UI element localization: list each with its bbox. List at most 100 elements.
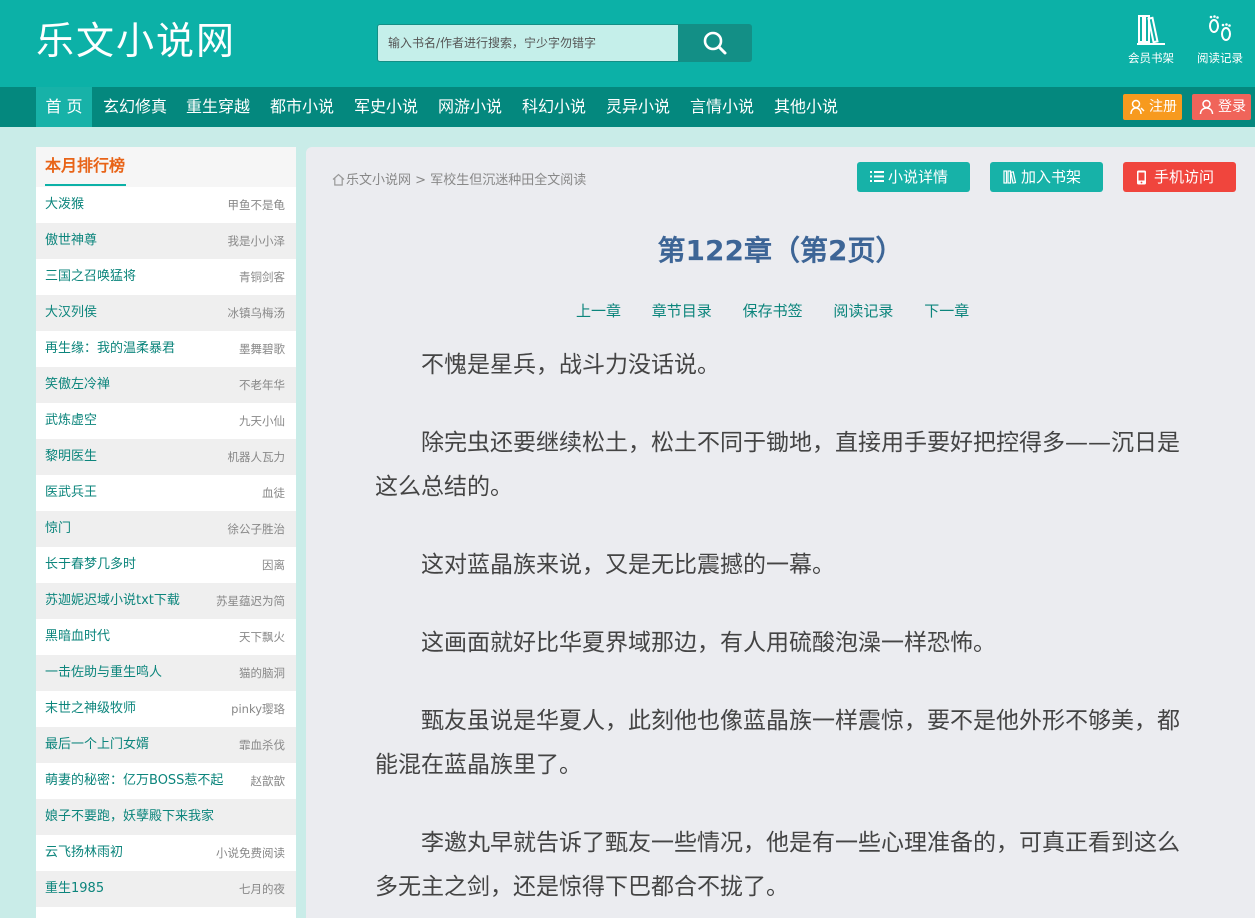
book-author: 因离 xyxy=(262,558,285,572)
novel-details-button[interactable]: 小说详情 xyxy=(857,162,970,192)
book-link[interactable]: 武炼虚空 xyxy=(45,403,97,439)
book-author: 苏星蕴迟为简 xyxy=(216,594,285,608)
list-item[interactable]: 大泼猴 甲鱼不是龟 xyxy=(36,187,296,223)
breadcrumb-home-link[interactable]: 乐文小说网 xyxy=(346,173,411,188)
book-author: 墨舞碧歌 xyxy=(239,342,285,356)
book-link[interactable]: 再生缘：我的温柔暴君 xyxy=(45,331,175,367)
paragraph: 李邀丸早就告诉了甄友一些情况，他是有一些心理准备的，可真正看到这么多无主之剑，还… xyxy=(375,830,1180,900)
list-item[interactable]: 娘子不要跑，妖孽殿下来我家 xyxy=(36,799,296,835)
nav-item-yanqing[interactable]: 言情小说 xyxy=(685,87,759,127)
list-item[interactable]: 大汉列侯 冰镇乌梅汤 xyxy=(36,295,296,331)
list-item[interactable]: 长于春梦几多时 因离 xyxy=(36,547,296,583)
register-label: 注册 xyxy=(1149,99,1177,115)
book-link[interactable]: 最后一个上门女婿 xyxy=(45,727,149,763)
list-item[interactable]: 最后一个上门女婿 霏血杀伐 xyxy=(36,727,296,763)
user-icon xyxy=(1199,99,1214,115)
book-link[interactable]: 大泼猴 xyxy=(45,187,84,223)
book-author: 赵歆歆 xyxy=(250,774,286,788)
breadcrumb-separator: > xyxy=(415,173,427,188)
book-author: 七月的夜 xyxy=(239,882,285,896)
add-to-shelf-button[interactable]: 加入书架 xyxy=(990,162,1103,192)
list-item[interactable]: 三国之召唤猛将 青铜剑客 xyxy=(36,259,296,295)
book-link[interactable]: 医武兵王 xyxy=(45,475,97,511)
book-author: 徐公子胜治 xyxy=(227,522,286,536)
paragraph: 甄友虽说是华夏人，此刻他也像蓝晶族一样震惊，要不是他外形不够美，都能混在蓝晶族里… xyxy=(375,708,1180,778)
list-item[interactable]: 末世之神级牧师 pinky璎珞 xyxy=(36,691,296,727)
list-item[interactable]: 医武兵王 血徒 xyxy=(36,475,296,511)
mobile-access-button[interactable]: 手机访问 xyxy=(1123,162,1236,192)
book-author: 霏血杀伐 xyxy=(239,738,285,752)
book-link[interactable]: 傲世神尊 xyxy=(45,223,97,259)
book-link[interactable]: 娘子不要跑，妖孽殿下来我家 xyxy=(45,799,214,835)
list-item[interactable]: 重生1985 七月的夜 xyxy=(36,871,296,907)
novel-details-label: 小说详情 xyxy=(888,168,949,186)
list-item[interactable]: 傲世神尊 我是小小泽 xyxy=(36,223,296,259)
nav-item-junshi[interactable]: 军史小说 xyxy=(349,87,423,127)
book-author: 我是小小泽 xyxy=(227,234,286,248)
list-item[interactable]: 武炼虚空 九天小仙 xyxy=(36,403,296,439)
breadcrumb-current[interactable]: 军校生但沉迷种田全文阅读 xyxy=(430,173,586,188)
book-link[interactable]: 惊门 xyxy=(45,511,71,547)
book-author: 冰镇乌梅汤 xyxy=(227,306,286,320)
reading-history-link[interactable]: 阅读记录 xyxy=(1190,14,1250,66)
list-item[interactable]: 黑暗血时代 天下飘火 xyxy=(36,619,296,655)
login-label: 登录 xyxy=(1218,99,1246,115)
book-author: 青铜剑客 xyxy=(239,270,285,284)
list-item[interactable]: 苏迦妮迟域小说txt下载 苏星蕴迟为简 xyxy=(36,583,296,619)
register-button[interactable]: 注册 xyxy=(1123,94,1182,120)
book-link[interactable]: 黑暗血时代 xyxy=(45,619,110,655)
add-to-shelf-label: 加入书架 xyxy=(1021,168,1082,186)
nav-item-xuanhuan[interactable]: 玄幻修真 xyxy=(98,87,172,127)
nav-item-lingyi[interactable]: 灵异小说 xyxy=(601,87,675,127)
chapter-list-link[interactable]: 章节目录 xyxy=(652,302,712,320)
paragraph: 这对蓝晶族来说，又是无比震撼的一幕。 xyxy=(421,552,835,578)
book-link[interactable]: 重生1985 xyxy=(45,871,104,907)
bookshelf-label: 会员书架 xyxy=(1128,51,1174,65)
list-item[interactable]: 黎明医生 机器人瓦力 xyxy=(36,439,296,475)
chapter-content: 不愧是星兵，战斗力没话说。 除完虫还要继续松土，松土不同于锄地，直接用手要好把控… xyxy=(375,343,1180,918)
search-button[interactable] xyxy=(679,24,752,62)
book-link[interactable]: 苏迦妮迟域小说txt下载 xyxy=(45,583,180,619)
book-link[interactable]: 长于春梦几多时 xyxy=(45,547,136,583)
nav-item-chongsheng[interactable]: 重生穿越 xyxy=(181,87,255,127)
paragraph: 除完虫还要继续松土，松土不同于锄地，直接用手要好把控得多——沉日是这么总结的。 xyxy=(375,430,1180,500)
book-link[interactable]: 一击佐助与重生鸣人 xyxy=(45,655,162,691)
site-logo[interactable]: 乐文小说网 xyxy=(36,16,236,66)
nav-item-wangyou[interactable]: 网游小说 xyxy=(433,87,507,127)
footprints-icon xyxy=(1209,15,1231,41)
list-item[interactable]: 惊门 徐公子胜治 xyxy=(36,511,296,547)
nav-item-qita[interactable]: 其他小说 xyxy=(769,87,843,127)
book-link[interactable]: 黎明医生 xyxy=(45,439,97,475)
monthly-ranking-panel: 本月排行榜 大泼猴 甲鱼不是龟 傲世神尊 我是小小泽 三国之召唤猛将 青铜剑客 大汉列… xyxy=(36,147,296,918)
next-chapter-link[interactable]: 下一章 xyxy=(924,302,969,320)
book-link[interactable]: 笑傲左冷禅 xyxy=(45,367,110,403)
list-item[interactable]: 萌妻的秘密：亿万BOSS惹不起 赵歆歆 xyxy=(36,763,296,799)
book-author: 猫的脑洞 xyxy=(239,666,285,680)
bookshelf-link[interactable]: 会员书架 xyxy=(1121,14,1181,66)
list-item[interactable]: 再生缘：我的温柔暴君 墨舞碧歌 xyxy=(36,331,296,367)
book-author: 小说免费阅读 xyxy=(216,846,285,860)
search-input[interactable] xyxy=(378,25,678,61)
prev-chapter-link[interactable]: 上一章 xyxy=(576,302,621,320)
list-item[interactable]: 笑傲左冷禅 不老年华 xyxy=(36,367,296,403)
book-link[interactable]: 三国之召唤猛将 xyxy=(45,259,136,295)
user-add-icon xyxy=(1130,99,1145,115)
book-author: pinky璎珞 xyxy=(231,702,285,716)
book-link[interactable]: 萌妻的秘密：亿万BOSS惹不起 xyxy=(45,763,223,799)
login-button[interactable]: 登录 xyxy=(1192,94,1251,120)
ranking-list: 大泼猴 甲鱼不是龟 傲世神尊 我是小小泽 三国之召唤猛将 青铜剑客 大汉列侯 冰镇乌梅汤… xyxy=(36,187,296,907)
reading-history-link[interactable]: 阅读记录 xyxy=(833,302,893,320)
ranking-header: 本月排行榜 xyxy=(36,147,296,187)
nav-item-home[interactable]: 首 页 xyxy=(36,87,92,127)
list-item[interactable]: 一击佐助与重生鸣人 猫的脑洞 xyxy=(36,655,296,691)
reading-panel: 乐文小说网 > 军校生但沉迷种田全文阅读 小说详情 加入书架 手机访问 第122… xyxy=(306,147,1255,918)
save-bookmark-link[interactable]: 保存书签 xyxy=(743,302,803,320)
book-link[interactable]: 末世之神级牧师 xyxy=(45,691,136,727)
book-link[interactable]: 云飞扬林雨初 xyxy=(45,835,123,871)
nav-item-kehuan[interactable]: 科幻小说 xyxy=(517,87,591,127)
paragraph: 这画面就好比华夏界域那边，有人用硫酸泡澡一样恐怖。 xyxy=(421,630,996,656)
main-nav: 首 页 玄幻修真 重生穿越 都市小说 军史小说 网游小说 科幻小说 灵异小说 言… xyxy=(0,87,1255,127)
book-link[interactable]: 大汉列侯 xyxy=(45,295,97,331)
nav-item-dushi[interactable]: 都市小说 xyxy=(265,87,339,127)
list-item[interactable]: 云飞扬林雨初 小说免费阅读 xyxy=(36,835,296,871)
